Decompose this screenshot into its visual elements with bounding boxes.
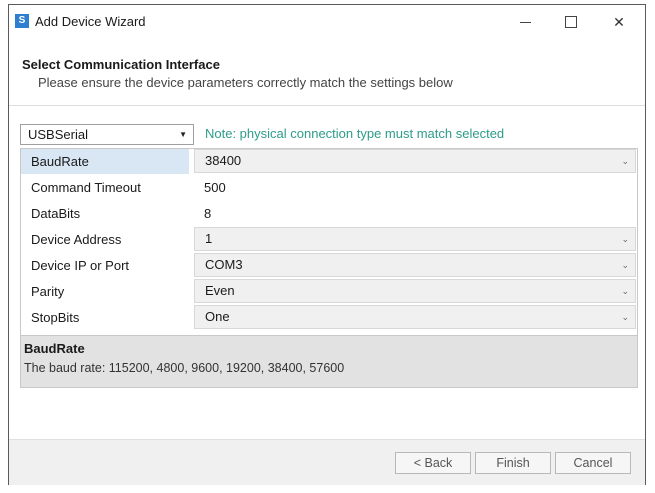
minimize-button[interactable] — [503, 5, 547, 39]
property-value-field[interactable]: 500 — [194, 175, 636, 200]
property-value-text: 38400 — [205, 153, 242, 168]
close-icon: ✕ — [613, 13, 625, 30]
back-button[interactable]: < Back — [395, 452, 471, 474]
property-row[interactable]: DataBits 8 — [21, 201, 637, 227]
chevron-down-icon: ⌄ — [621, 156, 629, 166]
property-value-text: 500 — [204, 180, 226, 195]
property-name: Device IP or Port — [21, 253, 189, 278]
property-value-text: 8 — [204, 206, 212, 221]
property-value-dropdown[interactable]: One ⌄ — [194, 305, 636, 329]
property-description: BaudRate The baud rate: 115200, 4800, 96… — [20, 336, 638, 388]
wizard-content: USBSerial ▼ Note: physical connection ty… — [9, 106, 645, 439]
property-name: Parity — [21, 279, 189, 304]
property-value-field[interactable]: 8 — [194, 201, 636, 226]
maximize-icon — [565, 16, 577, 28]
property-row[interactable]: Device Address 1 ⌄ — [21, 227, 637, 253]
finish-button[interactable]: Finish — [475, 452, 551, 474]
chevron-down-icon: ⌄ — [621, 234, 629, 244]
property-name: Device Address — [21, 227, 189, 252]
chevron-down-icon: ⌄ — [621, 286, 629, 296]
chevron-down-icon: ⌄ — [621, 312, 629, 322]
property-name: BaudRate — [21, 149, 189, 174]
property-value-dropdown[interactable]: 1 ⌄ — [194, 227, 636, 251]
interface-select[interactable]: USBSerial ▼ — [20, 124, 194, 145]
window-title: Add Device Wizard — [35, 14, 146, 29]
description-title: BaudRate — [24, 341, 85, 356]
property-row[interactable]: BaudRate 38400 ⌄ — [21, 149, 637, 175]
property-row[interactable]: Device IP or Port COM3 ⌄ — [21, 253, 637, 279]
property-name: StopBits — [21, 305, 189, 330]
interface-select-value: USBSerial — [28, 127, 88, 142]
property-value-text: COM3 — [205, 257, 243, 272]
property-value-text: 1 — [205, 231, 213, 246]
property-value-dropdown[interactable]: Even ⌄ — [194, 279, 636, 303]
property-row[interactable]: StopBits One ⌄ — [21, 305, 637, 331]
maximize-button[interactable] — [549, 5, 593, 39]
close-button[interactable]: ✕ — [597, 5, 641, 39]
property-row[interactable]: Parity Even ⌄ — [21, 279, 637, 305]
wizard-header: Select Communication Interface Please en… — [9, 39, 645, 106]
add-device-wizard-window: S Add Device Wizard ✕ Select Communicati… — [8, 4, 646, 485]
property-value-text: Even — [205, 283, 235, 298]
app-logo-icon: S — [15, 14, 29, 28]
description-text: The baud rate: 115200, 4800, 9600, 19200… — [24, 361, 345, 375]
chevron-down-icon: ▼ — [179, 130, 187, 139]
property-name: DataBits — [21, 201, 189, 226]
property-value-dropdown[interactable]: COM3 ⌄ — [194, 253, 636, 277]
property-value-text: One — [205, 309, 230, 324]
title-bar: S Add Device Wizard ✕ — [9, 5, 645, 39]
minimize-icon — [519, 21, 531, 23]
page-title: Select Communication Interface — [22, 57, 220, 72]
property-row[interactable]: Command Timeout 500 — [21, 175, 637, 201]
cancel-button[interactable]: Cancel — [555, 452, 631, 474]
property-name: Command Timeout — [21, 175, 189, 200]
property-grid: BaudRate 38400 ⌄ Command Timeout 500 DataBits… — [20, 148, 638, 336]
interface-note: Note: physical connection type must matc… — [205, 126, 505, 141]
chevron-down-icon: ⌄ — [621, 260, 629, 270]
wizard-footer: < Back Finish Cancel — [9, 439, 645, 485]
property-value-dropdown[interactable]: 38400 ⌄ — [194, 149, 636, 173]
page-subtitle: Please ensure the device parameters corr… — [38, 75, 453, 90]
